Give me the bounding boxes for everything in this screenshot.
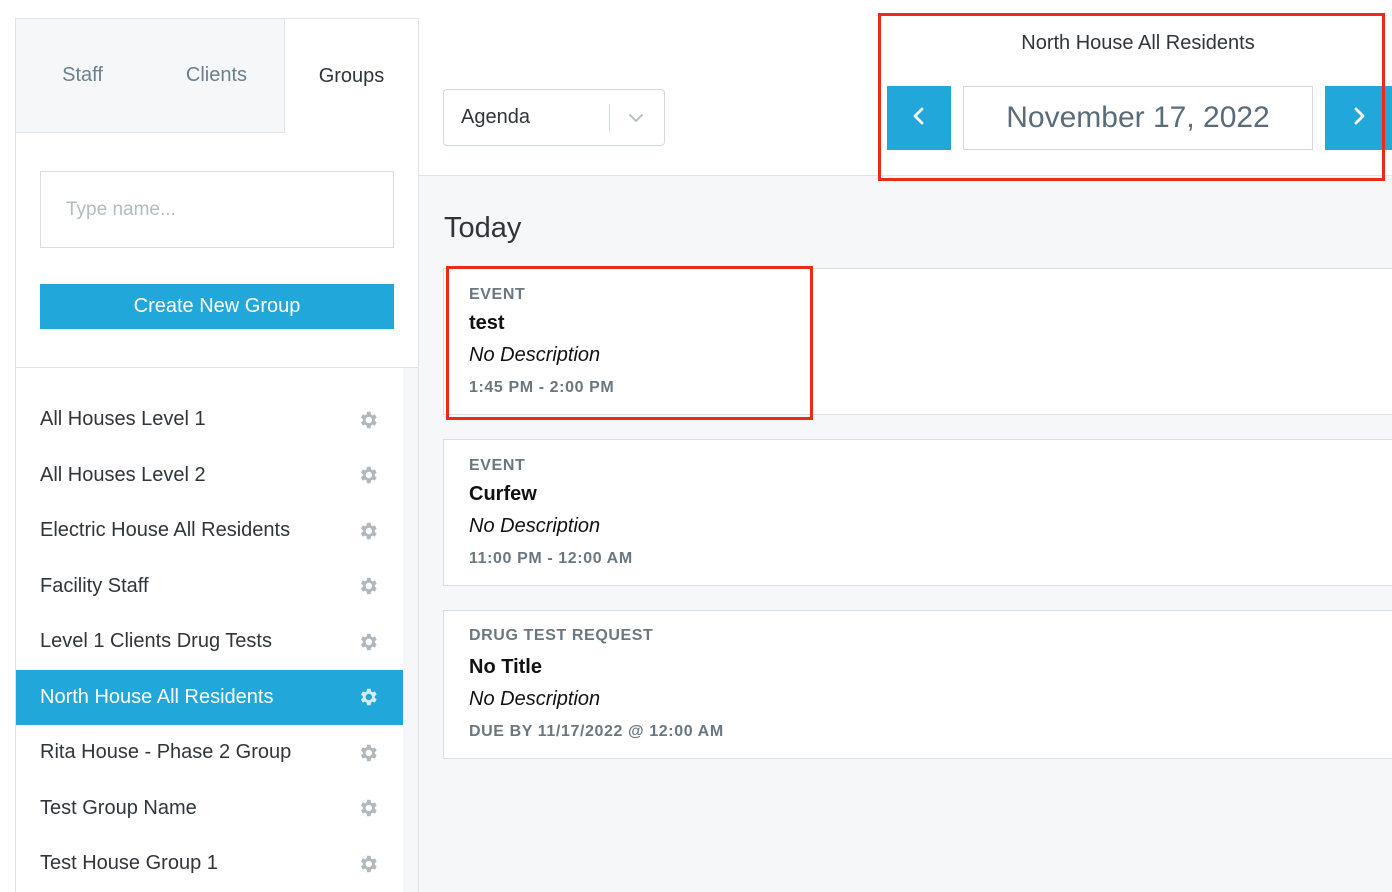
group-item-label: All Houses Level 1 <box>40 408 206 431</box>
search-input[interactable] <box>40 171 394 248</box>
agenda-item-time: 1:45 PM - 2:00 PM <box>469 379 615 396</box>
agenda-item-time: 11:00 PM - 12:00 AM <box>469 550 633 567</box>
gear-icon[interactable] <box>357 853 379 875</box>
group-item[interactable]: All Houses Level 1 <box>16 392 403 448</box>
group-item[interactable]: Facility Staff <box>16 559 403 615</box>
agenda-item-time: DUE BY 11/17/2022 @ 12:00 AM <box>469 723 724 740</box>
group-item[interactable]: Electric House All Residents <box>16 503 403 559</box>
date-display[interactable]: November 17, 2022 <box>963 86 1313 150</box>
group-item-label: Facility Staff <box>40 574 149 597</box>
group-item[interactable]: Test Group Name <box>16 781 403 837</box>
agenda-item[interactable]: DRUG TEST REQUEST No Title No Descriptio… <box>443 610 1392 759</box>
chevron-right-icon <box>1348 105 1370 132</box>
gear-icon[interactable] <box>357 520 379 542</box>
tab-staff[interactable]: Staff <box>16 19 149 133</box>
group-item-label: Test Group Name <box>40 796 197 819</box>
gear-icon[interactable] <box>357 631 379 653</box>
agenda-item-title: test <box>469 312 505 334</box>
gear-icon[interactable] <box>357 575 379 597</box>
sidebar: Staff Clients Groups Create New Group Al… <box>15 18 419 892</box>
agenda-heading: Today <box>444 212 522 244</box>
agenda-item[interactable]: EVENT Curfew No Description 11:00 PM - 1… <box>443 439 1392 586</box>
gear-icon[interactable] <box>357 797 379 819</box>
chevron-left-icon <box>908 105 930 132</box>
group-item-label: North House All Residents <box>40 685 274 708</box>
group-item-label: Test House Group 1 <box>40 852 218 875</box>
agenda-item-description: No Description <box>469 344 601 366</box>
group-item-label: Level 1 Clients Drug Tests <box>40 630 272 653</box>
agenda-item-type: DRUG TEST REQUEST <box>469 627 654 644</box>
agenda-item-description: No Description <box>469 515 601 537</box>
next-day-button[interactable] <box>1325 86 1392 150</box>
divider <box>16 367 418 368</box>
gear-icon[interactable] <box>357 464 379 486</box>
previous-day-button[interactable] <box>887 86 951 150</box>
agenda-item[interactable]: EVENT test No Description 1:45 PM - 2:00… <box>443 268 1392 415</box>
group-item[interactable]: Rita House - Phase 2 Group <box>16 725 403 781</box>
group-item-label: Rita House - Phase 2 Group <box>40 741 292 764</box>
tab-clients[interactable]: Clients <box>149 19 284 133</box>
agenda-item-title: No Title <box>469 656 542 678</box>
group-list: All Houses Level 1 All Houses Level 2 El… <box>16 392 403 892</box>
tab-groups[interactable]: Groups <box>284 19 418 133</box>
create-new-group-button[interactable]: Create New Group <box>40 284 394 329</box>
view-select-value: Agenda <box>461 106 530 128</box>
agenda-item-type: EVENT <box>469 457 526 474</box>
gear-icon[interactable] <box>357 686 379 708</box>
group-item-selected[interactable]: North House All Residents <box>16 669 403 725</box>
select-separator <box>609 104 610 132</box>
chevron-down-icon[interactable] <box>626 108 646 128</box>
calendar-group-title: North House All Residents <box>1021 32 1255 54</box>
agenda-item-type: EVENT <box>469 286 526 303</box>
scrollbar-track[interactable] <box>403 368 418 892</box>
group-item[interactable]: Test House Group 1 <box>16 836 403 892</box>
group-item-label: Electric House All Residents <box>40 519 291 542</box>
view-select[interactable]: Agenda <box>443 89 665 146</box>
gear-icon[interactable] <box>357 742 379 764</box>
agenda-item-title: Curfew <box>469 483 537 505</box>
agenda-item-description: No Description <box>469 688 601 710</box>
group-item[interactable]: All Houses Level 2 <box>16 448 403 504</box>
group-item[interactable]: Level 1 Clients Drug Tests <box>16 614 403 670</box>
sidebar-tabs: Staff Clients Groups <box>16 19 418 133</box>
gear-icon[interactable] <box>357 409 379 431</box>
group-item-label: All Houses Level 2 <box>40 463 206 486</box>
calendar-toolbar: Agenda North House All Residents Novembe… <box>419 18 1392 176</box>
